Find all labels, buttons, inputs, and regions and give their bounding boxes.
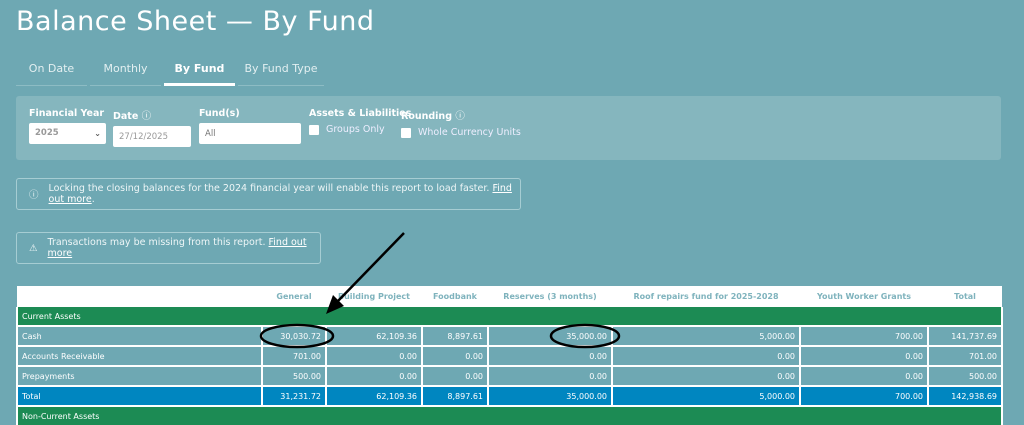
lock-notice: ⓘ Locking the closing balances for the 2… xyxy=(16,178,521,210)
column-header: General xyxy=(262,286,326,307)
report-tabs: On Date Monthly By Fund By Fund Type xyxy=(16,58,324,86)
amount-cell: 141,737.69 xyxy=(927,325,1003,347)
amount-cell: 0.00 xyxy=(421,365,489,387)
tab-monthly[interactable]: Monthly xyxy=(90,58,161,86)
amount-cell: 8,897.61 xyxy=(421,325,489,347)
date-label: Date xyxy=(113,111,139,122)
row-label: Cash xyxy=(16,325,263,347)
funds-label: Fund(s) xyxy=(199,108,240,119)
amount-cell: 701.00 xyxy=(261,345,327,367)
amount-cell: 0.00 xyxy=(421,345,489,367)
filters-panel: Financial Year 2025 ⌄ Date ⓘ Fund(s) Asse… xyxy=(16,96,1001,160)
tab-by-fund-type[interactable]: By Fund Type xyxy=(238,58,324,86)
rounding-filter: Rounding ⓘ Whole Currency Units xyxy=(401,108,521,138)
info-icon[interactable]: ⓘ xyxy=(142,111,152,122)
column-header: Foodbank xyxy=(422,286,488,307)
amount-cell: 0.00 xyxy=(325,345,423,367)
amount-cell: 0.00 xyxy=(611,365,801,387)
amount-cell: 0.00 xyxy=(487,365,613,387)
assets-liabilities-filter: Assets & Liabilities Groups Only xyxy=(309,108,411,135)
amount-cell: 142,938.69 xyxy=(927,385,1003,407)
section-header-row: Non-Current Assets xyxy=(16,406,1003,425)
tab-on-date[interactable]: On Date xyxy=(16,58,87,86)
column-header: Roof repairs fund for 2025-2028 xyxy=(612,286,800,307)
assets-liabilities-label: Assets & Liabilities xyxy=(309,108,412,119)
page-title: Balance Sheet — By Fund xyxy=(16,6,375,37)
section-name: Current Assets xyxy=(16,307,1003,326)
balance-sheet-table: General Building Project Foodbank Reserv… xyxy=(16,286,1003,425)
amount-cell: 500.00 xyxy=(927,365,1003,387)
chevron-down-icon: ⌄ xyxy=(94,129,101,138)
whole-currency-label: Whole Currency Units xyxy=(418,127,521,138)
table-row: Cash 30,030.72 62,109.36 8,897.61 35,000.00 5… xyxy=(16,325,1003,347)
financial-year-value: 2025 xyxy=(35,128,59,138)
amount-cell: 0.00 xyxy=(487,345,613,367)
row-label: Total xyxy=(16,385,263,407)
checkbox-box[interactable] xyxy=(309,124,319,135)
amount-cell: 8,897.61 xyxy=(421,385,489,407)
table-header: General Building Project Foodbank Reserv… xyxy=(17,286,1002,307)
section-name: Non-Current Assets xyxy=(16,406,1003,425)
amount-cell: 62,109.36 xyxy=(325,325,423,347)
tab-by-fund[interactable]: By Fund xyxy=(164,58,235,86)
amount-cell: 0.00 xyxy=(611,345,801,367)
groups-only-label: Groups Only xyxy=(326,124,385,135)
amount-cell: 701.00 xyxy=(927,345,1003,367)
lock-notice-text: Locking the closing balances for the 202… xyxy=(49,183,520,205)
amount-cell: 0.00 xyxy=(799,345,929,367)
column-header: Reserves (3 months) xyxy=(488,286,612,307)
funds-filter: Fund(s) xyxy=(199,108,301,144)
row-label: Accounts Receivable xyxy=(16,345,263,367)
lock-notice-suffix: . xyxy=(91,194,95,205)
missing-transactions-notice: ⚠ Transactions may be missing from this … xyxy=(16,232,321,264)
amount-cell: 700.00 xyxy=(799,385,929,407)
amount-cell: 30,030.72 xyxy=(261,325,327,347)
column-header: Building Project xyxy=(326,286,422,307)
funds-input[interactable] xyxy=(199,123,301,144)
amount-cell: 31,231.72 xyxy=(261,385,327,407)
financial-year-label: Financial Year xyxy=(29,108,105,119)
rounding-label: Rounding xyxy=(401,111,452,122)
amount-cell: 35,000.00 xyxy=(487,385,613,407)
amount-cell: 700.00 xyxy=(799,325,929,347)
whole-currency-checkbox[interactable]: Whole Currency Units xyxy=(401,127,521,138)
table-row: Prepayments 500.00 0.00 0.00 0.00 0.00 0.00 500… xyxy=(16,365,1003,387)
info-icon: ⓘ xyxy=(29,190,39,201)
table-row: Accounts Receivable 701.00 0.00 0.00 0.00 0.0… xyxy=(16,345,1003,367)
lock-notice-message: Locking the closing balances for the 202… xyxy=(48,183,490,194)
amount-cell: 0.00 xyxy=(799,365,929,387)
amount-cell: 0.00 xyxy=(325,365,423,387)
amount-cell: 500.00 xyxy=(261,365,327,387)
financial-year-select[interactable]: 2025 ⌄ xyxy=(29,123,106,144)
info-icon[interactable]: ⓘ xyxy=(455,111,465,122)
amount-cell: 62,109.36 xyxy=(325,385,423,407)
column-header xyxy=(17,286,262,307)
amount-cell: 5,000.00 xyxy=(611,385,801,407)
groups-only-checkbox[interactable]: Groups Only xyxy=(309,124,411,135)
total-row: Total 31,231.72 62,109.36 8,897.61 35,000.00… xyxy=(16,385,1003,407)
date-filter: Date ⓘ xyxy=(113,108,191,147)
section-header-row: Current Assets xyxy=(16,307,1003,326)
column-header: Youth Worker Grants xyxy=(800,286,928,307)
warning-icon: ⚠ xyxy=(29,242,38,254)
row-label: Prepayments xyxy=(16,365,263,387)
missing-notice-text: Transactions may be missing from this re… xyxy=(48,237,320,259)
column-header: Total xyxy=(928,286,1002,307)
amount-cell: 35,000.00 xyxy=(487,325,613,347)
financial-year-filter: Financial Year 2025 ⌄ xyxy=(29,108,106,144)
missing-notice-message: Transactions may be missing from this re… xyxy=(47,237,266,248)
date-input[interactable] xyxy=(113,126,191,147)
checkbox-box[interactable] xyxy=(401,127,411,138)
amount-cell: 5,000.00 xyxy=(611,325,801,347)
